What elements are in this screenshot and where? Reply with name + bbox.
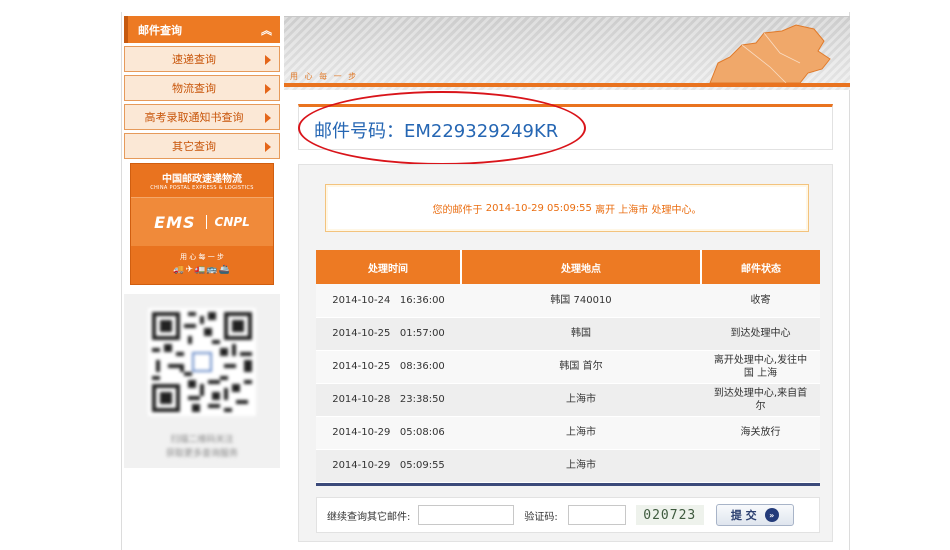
latest-status-summary: 您的邮件于 2014-10-29 05:09:55 离开 上海市 处理中心 。 — [325, 184, 809, 232]
banner-slogan: 用 心 每 一 步 — [180, 253, 224, 261]
captcha-label: 验证码: — [524, 511, 558, 523]
sidebar: 邮件查询 ︽ 速递查询 物流查询 高考录取通知书查询 其它查询 — [124, 16, 280, 159]
sidebar-item-logistics-query[interactable]: 物流查询 — [124, 75, 280, 101]
table-row: 2014-10-29 05:09:55 上海市 — [316, 449, 820, 483]
captcha-image[interactable]: 020723 — [635, 505, 704, 525]
header-divider — [284, 83, 850, 87]
summary-action: 离开 — [595, 204, 616, 216]
summary-place: 上海市 处理中心 — [618, 204, 692, 216]
table-row: 2014-10-25 01:57:00 韩国 到达处理中心 — [316, 317, 820, 351]
mail-number-title: 邮件号码：EM229329249KR — [314, 117, 558, 143]
cell-status: 到达处理中心,来自首尔 — [701, 383, 820, 417]
menu-header-mail-query[interactable]: 邮件查询 ︽ — [124, 16, 280, 43]
double-chevron-right-icon: » — [764, 508, 779, 522]
table-row: 2014-10-25 08:36:00 韩国 首尔 离开处理中心,发往中国 上海 — [316, 350, 820, 384]
arrow-right-icon — [265, 84, 271, 94]
cell-status — [701, 449, 820, 483]
mail-number-input[interactable] — [418, 505, 515, 525]
arrow-right-icon — [265, 142, 271, 152]
mail-number-label: 邮件号码： — [314, 121, 404, 142]
summary-suffix: 。 — [691, 204, 702, 216]
cell-time: 2014-10-24 16:36:00 — [316, 284, 461, 318]
cell-location: 韩国 首尔 — [461, 350, 701, 384]
sidebar-item-label: 其它查询 — [172, 140, 216, 153]
submit-button[interactable]: 提 交 » — [715, 504, 794, 526]
sidebar-item-label: 高考录取通知书查询 — [144, 111, 244, 124]
tracking-table: 处理时间 处理地点 邮件状态 2014-10-24 16:36:00 韩国 74… — [316, 250, 820, 483]
cell-status: 到达处理中心 — [701, 317, 820, 351]
mail-number-value: EM229329249KR — [404, 121, 559, 142]
ems-logo: EMS — [154, 212, 196, 232]
ems-cnpl-logos: EMS CNPL — [131, 198, 273, 246]
mail-number-panel: 邮件号码：EM229329249KR — [298, 104, 833, 150]
ems-banner[interactable]: 中国邮政速递物流 CHINA POSTAL EXPRESS & LOGISTIC… — [130, 163, 274, 285]
cell-time: 2014-10-29 05:08:06 — [316, 416, 461, 450]
qr-code-icon — [148, 308, 256, 416]
captcha-input[interactable] — [567, 505, 626, 525]
arrow-right-icon — [265, 55, 271, 65]
cell-location: 上海市 — [461, 416, 701, 450]
submit-label: 提 交 — [730, 509, 757, 522]
header-banner: 用 心 每 一 步 — [284, 16, 850, 90]
qr-panel: 扫描二维码关注 获取更多查询服务 — [124, 294, 280, 468]
cell-time: 2014-10-25 01:57:00 — [316, 317, 461, 351]
column-header-status: 邮件状态 — [701, 250, 820, 284]
cnpl-logo: CNPL — [205, 215, 250, 229]
table-bottom-border — [316, 483, 820, 486]
continue-query-form: 继续查询其它邮件: 验证码: 020723 提 交 » — [316, 497, 820, 533]
qr-caption-line2: 获取更多查询服务 — [165, 449, 238, 459]
qr-caption-line1: 扫描二维码关注 — [170, 435, 234, 445]
qr-center-logo — [192, 352, 212, 372]
collapse-chevron-icon[interactable]: ︽ — [261, 22, 272, 38]
vehicles-icon: 🚚✈🚛🚌🚢 — [173, 265, 231, 275]
company-name-cn: 中国邮政速递物流 — [162, 174, 242, 185]
arrow-right-icon — [265, 113, 271, 123]
cell-status: 收寄 — [701, 284, 820, 318]
continue-query-label: 继续查询其它邮件: — [327, 511, 411, 523]
table-row: 2014-10-24 16:36:00 韩国 740010 收寄 — [316, 284, 820, 318]
menu-header-label: 邮件查询 — [138, 23, 182, 37]
china-post-logo: 中国邮政速递物流 CHINA POSTAL EXPRESS & LOGISTIC… — [131, 164, 273, 198]
sidebar-item-express-query[interactable]: 速递查询 — [124, 46, 280, 72]
cell-time: 2014-10-28 23:38:50 — [316, 383, 461, 417]
sidebar-item-admission-letter-query[interactable]: 高考录取通知书查询 — [124, 104, 280, 130]
summary-prefix: 您的邮件于 — [432, 204, 483, 216]
cell-location: 上海市 — [461, 449, 701, 483]
sidebar-item-other-query[interactable]: 其它查询 — [124, 133, 280, 159]
cell-status: 海关放行 — [701, 416, 820, 450]
cell-time: 2014-10-29 05:09:55 — [316, 449, 461, 483]
column-header-time: 处理时间 — [316, 250, 462, 284]
column-header-location: 处理地点 — [461, 250, 702, 284]
cell-location: 韩国 740010 — [461, 284, 701, 318]
company-name-en: CHINA POSTAL EXPRESS & LOGISTICS — [150, 185, 254, 191]
summary-datetime: 2014-10-29 05:09:55 — [485, 202, 592, 214]
table-row: 2014-10-28 23:38:50 上海市 到达处理中心,来自首尔 — [316, 383, 820, 417]
sidebar-item-label: 物流查询 — [172, 82, 216, 95]
table-header-row: 处理时间 处理地点 邮件状态 — [316, 250, 820, 284]
china-map-icon — [709, 24, 831, 83]
sidebar-item-label: 速递查询 — [172, 53, 216, 66]
cell-location: 韩国 — [461, 317, 701, 351]
cell-status: 离开处理中心,发往中国 上海 — [701, 350, 820, 384]
cell-time: 2014-10-25 08:36:00 — [316, 350, 461, 384]
cell-location: 上海市 — [461, 383, 701, 417]
table-row: 2014-10-29 05:08:06 上海市 海关放行 — [316, 416, 820, 450]
header-slogan: 用 心 每 一 步 — [290, 72, 359, 81]
